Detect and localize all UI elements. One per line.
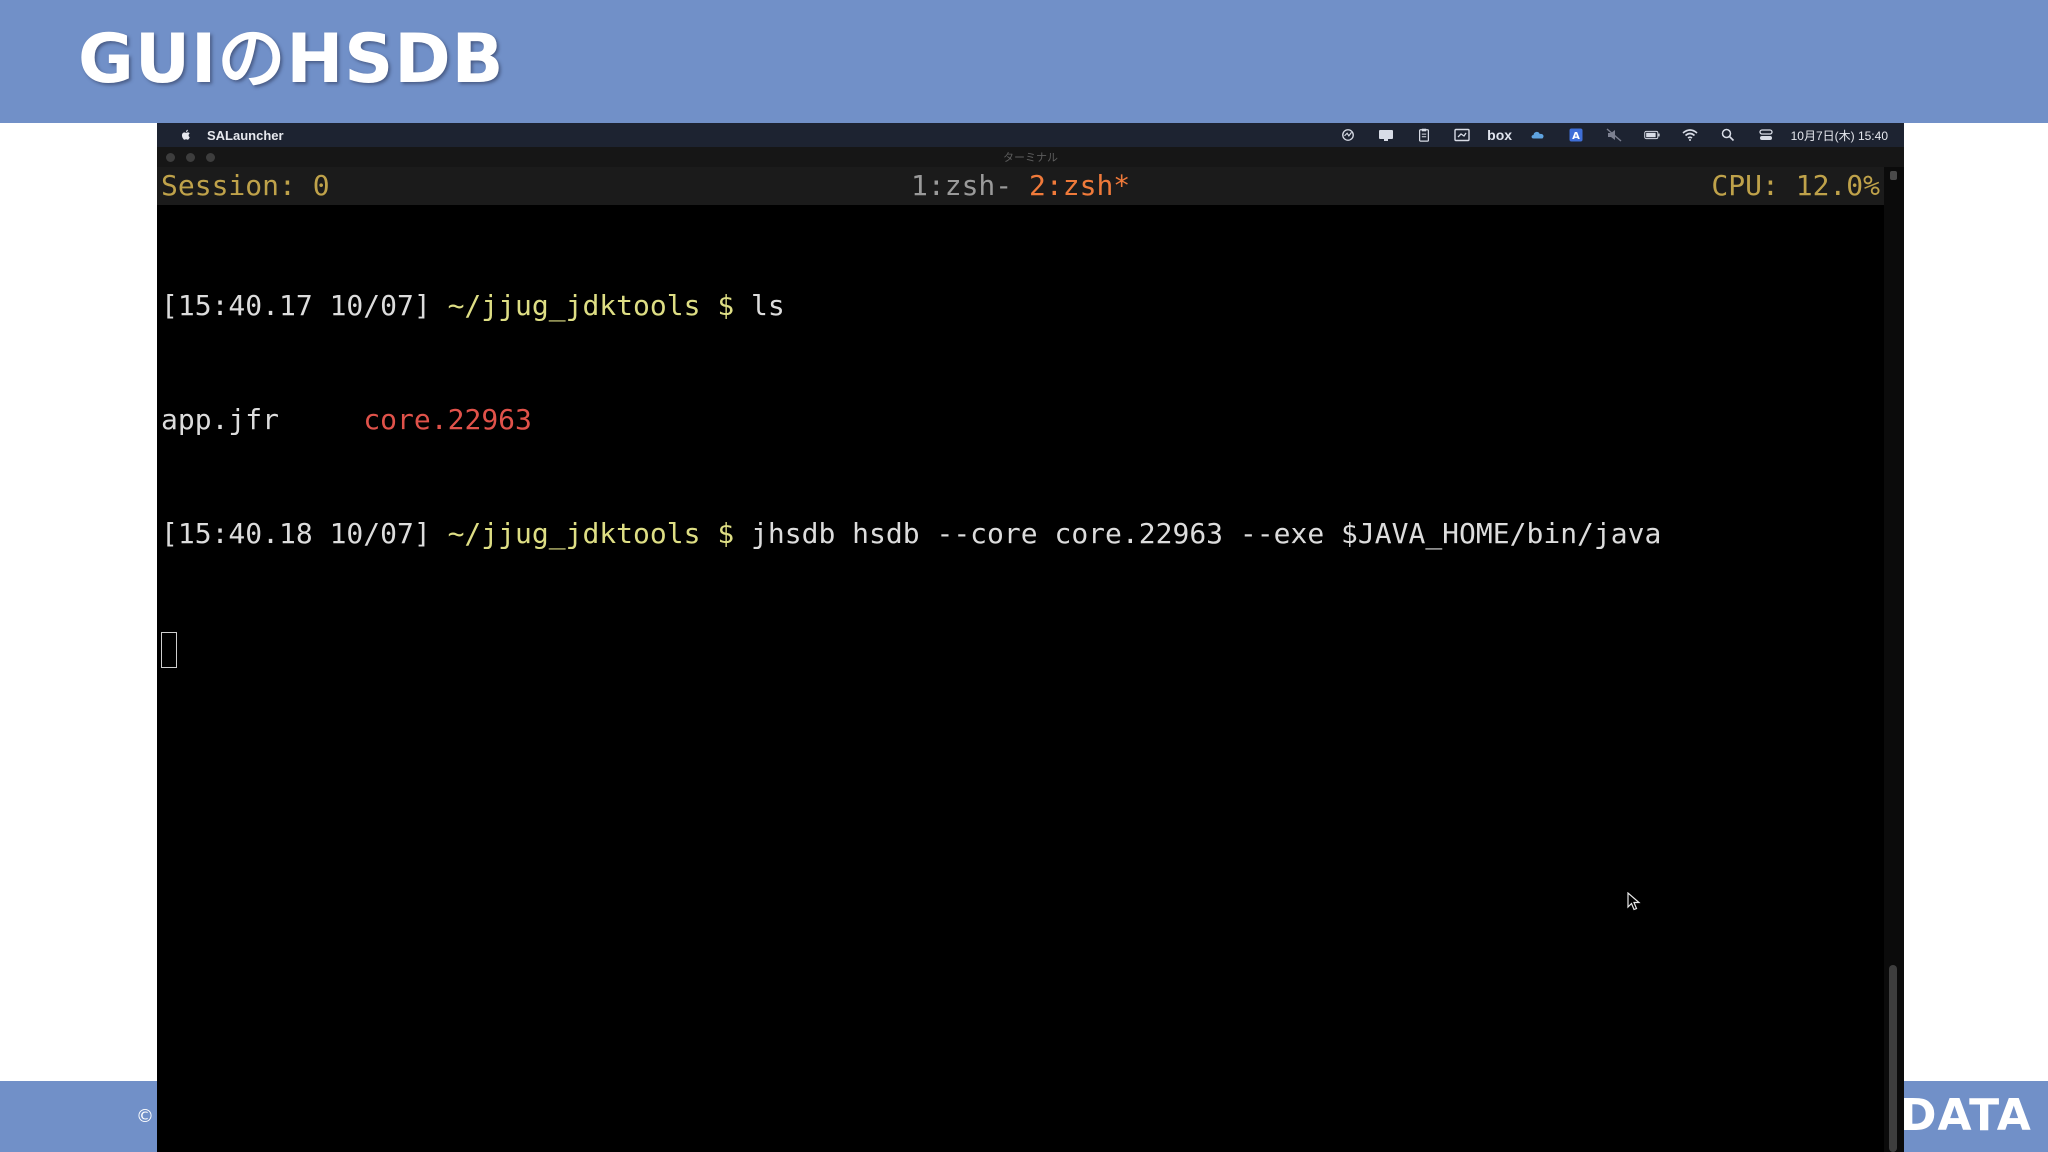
menubar-status-area: box A 10月7日(木) 15:40 bbox=[1329, 123, 1904, 147]
screen-recording: SALauncher box A 10月7日(木) 15:40 ターミナル Se… bbox=[157, 123, 1904, 1152]
menubar-datetime[interactable]: 10月7日(木) 15:40 bbox=[1791, 127, 1888, 144]
battery-icon[interactable] bbox=[1633, 123, 1671, 147]
file-entry-core: core.22963 bbox=[363, 403, 532, 436]
prompt-line-1: [15:40.17 10/07] ~/jjug_jdktools $ ls bbox=[161, 287, 1661, 325]
macos-menubar: SALauncher box A 10月7日(木) 15:40 bbox=[157, 123, 1904, 147]
clipboard-icon[interactable] bbox=[1405, 123, 1443, 147]
terminal-scrollbar[interactable] bbox=[1884, 167, 1904, 1152]
window-title: ターミナル bbox=[1003, 151, 1058, 164]
prompt-timestamp: [15:40.17 10/07] bbox=[161, 289, 431, 322]
display-icon[interactable] bbox=[1367, 123, 1405, 147]
prompt-path: ~/jjug_jdktools bbox=[447, 289, 701, 322]
text-cursor bbox=[161, 632, 177, 668]
box-icon[interactable]: box bbox=[1481, 123, 1519, 147]
cloud-icon[interactable] bbox=[1519, 123, 1557, 147]
prompt-symbol: $ bbox=[717, 289, 735, 322]
tmux-window-1[interactable]: 1:zsh- bbox=[911, 169, 1012, 202]
input-line[interactable] bbox=[161, 629, 1661, 668]
mouse-pointer-icon bbox=[1627, 892, 1641, 911]
copyright-text: © bbox=[136, 1106, 154, 1127]
file-entry: app.jfr bbox=[161, 403, 280, 436]
command-text: ls bbox=[751, 289, 785, 322]
command-text: jhsdb hsdb --core core.22963 --exe $JAVA… bbox=[751, 517, 1662, 550]
active-app-name[interactable]: SALauncher bbox=[207, 128, 284, 143]
tmux-cpu-usage: CPU: 12.0% bbox=[1711, 169, 1880, 202]
tmux-window-list: 1:zsh- 2:zsh* bbox=[911, 167, 1130, 205]
terminal-output[interactable]: [15:40.17 10/07] ~/jjug_jdktools $ ls ap… bbox=[161, 211, 1661, 743]
input-source-icon[interactable]: A bbox=[1557, 123, 1595, 147]
input-source-label: A bbox=[1572, 131, 1580, 142]
prompt-timestamp: [15:40.18 10/07] bbox=[161, 517, 431, 550]
scrollbar-thumb[interactable] bbox=[1889, 965, 1897, 1152]
ls-output-line: app.jfr core.22963 bbox=[161, 401, 1661, 439]
search-icon[interactable] bbox=[1709, 123, 1747, 147]
prompt-line-2: [15:40.18 10/07] ~/jjug_jdktools $ jhsdb… bbox=[161, 515, 1661, 553]
tmux-session: Session: 0 bbox=[161, 169, 330, 202]
prompt-path: ~/jjug_jdktools bbox=[447, 517, 701, 550]
scroll-marker bbox=[1890, 171, 1897, 180]
tmux-status-bar: Session: 0 1:zsh- 2:zsh* CPU: 12.0% bbox=[157, 167, 1884, 205]
activity-icon[interactable] bbox=[1329, 123, 1367, 147]
mute-icon[interactable] bbox=[1595, 123, 1633, 147]
terminal-titlebar: ターミナル bbox=[157, 147, 1904, 168]
apple-icon[interactable] bbox=[179, 128, 193, 142]
company-logo: DATA bbox=[1900, 1090, 2032, 1141]
control-center-icon[interactable] bbox=[1747, 123, 1785, 147]
tmux-window-2[interactable]: 2:zsh* bbox=[1029, 169, 1130, 202]
screenshot-icon[interactable] bbox=[1443, 123, 1481, 147]
wifi-icon[interactable] bbox=[1671, 123, 1709, 147]
prompt-symbol: $ bbox=[717, 517, 735, 550]
slide-title: GUIのHSDB bbox=[78, 20, 505, 99]
